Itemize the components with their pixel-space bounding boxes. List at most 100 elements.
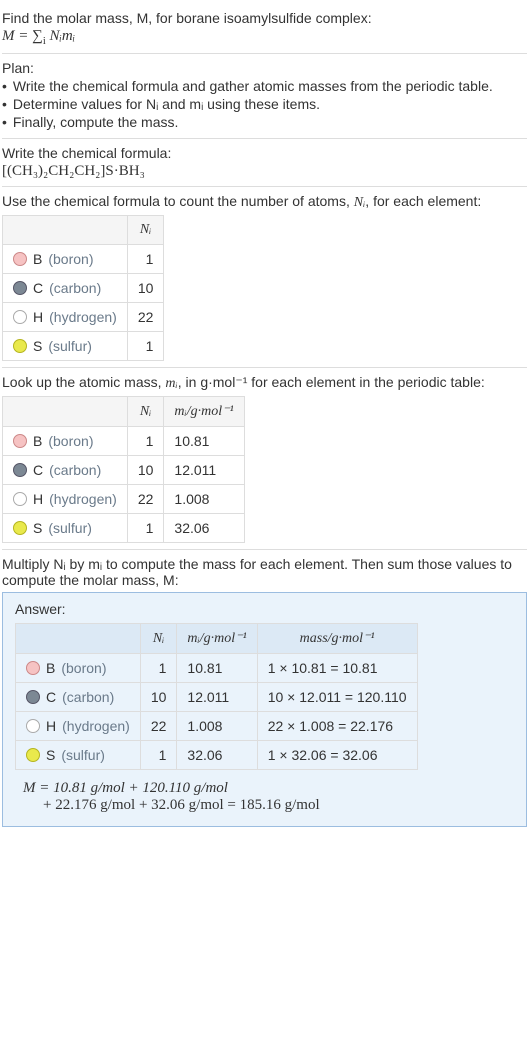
m-value: 10.81 xyxy=(177,654,257,683)
name: (hydrogen) xyxy=(49,309,117,325)
col-m: mᵢ/g·mol⁻¹ xyxy=(177,624,257,654)
m-value: 12.011 xyxy=(164,456,244,485)
name: (carbon) xyxy=(62,689,114,705)
element-hydrogen: H (hydrogen) xyxy=(13,491,117,507)
n-value: 1 xyxy=(127,514,164,543)
mass-value: 1 × 10.81 = 10.81 xyxy=(257,654,417,683)
plan-heading: Plan: xyxy=(2,60,527,76)
element-boron: B (boron) xyxy=(26,660,130,676)
element-sulfur: S (sulfur) xyxy=(13,338,117,354)
sym: B xyxy=(33,433,42,449)
name: (boron) xyxy=(61,660,106,676)
swatch-icon xyxy=(13,310,27,324)
bullet-icon: • xyxy=(2,96,7,112)
table-row: C(carbon) 10 xyxy=(3,274,164,303)
sym: H xyxy=(46,718,56,734)
bullet-icon: • xyxy=(2,114,7,130)
n-value: 22 xyxy=(127,303,164,332)
m-value: 32.06 xyxy=(164,514,244,543)
name: (sulfur) xyxy=(61,747,105,763)
text: Nᵢ xyxy=(354,195,366,210)
m-value: 1.008 xyxy=(177,712,257,741)
name: (carbon) xyxy=(49,280,101,296)
n-value: 1 xyxy=(140,654,177,683)
name: (hydrogen) xyxy=(62,718,130,734)
intro-line: Find the molar mass, M, for borane isoam… xyxy=(2,10,527,26)
n-value: 1 xyxy=(140,741,177,770)
swatch-icon xyxy=(13,492,27,506)
molar-mass-sum: M = 10.81 g/mol + 120.110 g/mol + 22.176… xyxy=(15,780,514,814)
count-section: Use the chemical formula to count the nu… xyxy=(2,187,527,368)
m-value: 12.011 xyxy=(177,683,257,712)
name: (hydrogen) xyxy=(49,491,117,507)
table-row: S(sulfur) 1 32.06 1 × 32.06 = 32.06 xyxy=(16,741,418,770)
plan-text: Finally, compute the mass. xyxy=(13,114,178,130)
sym: C xyxy=(46,689,56,705)
swatch-icon xyxy=(13,521,27,535)
col-element xyxy=(3,216,128,245)
col-n: Nᵢ xyxy=(127,216,164,245)
element-carbon: C (carbon) xyxy=(26,689,130,705)
answer-box: Answer: Nᵢ mᵢ/g·mol⁻¹ mass/g·mol⁻¹ B(bor… xyxy=(2,592,527,827)
answer-section: Multiply Nᵢ by mᵢ to compute the mass fo… xyxy=(2,550,527,833)
n-value: 10 xyxy=(127,274,164,303)
table-row: C (carbon) 10 12.011 10 × 12.011 = 120.11… xyxy=(16,683,418,712)
name: (sulfur) xyxy=(48,338,92,354)
swatch-icon xyxy=(13,339,27,353)
n-value: 1 xyxy=(127,427,164,456)
table-row: S(sulfur) 1 32.06 xyxy=(3,514,245,543)
name: (sulfur) xyxy=(48,520,92,536)
plan-section: Plan: • Write the chemical formula and ga… xyxy=(2,54,527,139)
text: mᵢ xyxy=(165,376,177,391)
col-n: Nᵢ xyxy=(127,397,164,427)
mass-value: 22 × 1.008 = 22.176 xyxy=(257,712,417,741)
chem-heading: Write the chemical formula: xyxy=(2,145,527,161)
swatch-icon xyxy=(13,281,27,295)
swatch-icon xyxy=(26,661,40,675)
answer-table: Nᵢ mᵢ/g·mol⁻¹ mass/g·mol⁻¹ B(boron) 1 10… xyxy=(15,623,418,770)
sym: H xyxy=(33,491,43,507)
multiply-heading: Multiply Nᵢ by mᵢ to compute the mass fo… xyxy=(2,556,527,588)
table-row: H (hydrogen) 22 1.008 22 × 1.008 = 22.176 xyxy=(16,712,418,741)
mass-value: 10 × 12.011 = 120.110 xyxy=(257,683,417,712)
plan-bullet: •Determine values for Nᵢ and mᵢ using th… xyxy=(2,96,527,112)
sum-icon: ∑ xyxy=(32,28,43,44)
count-table: Nᵢ B(boron) 1 C(carbon) 10 H (hydrogen) 2… xyxy=(2,215,164,361)
text: Use the chemical formula to count the nu… xyxy=(2,193,354,209)
eq-lhs: M = xyxy=(2,28,32,44)
answer-label: Answer: xyxy=(15,601,514,617)
m-value: 32.06 xyxy=(177,741,257,770)
chem-section: Write the chemical formula: [(CH₃)₂CH₂CH… xyxy=(2,139,527,187)
name: (boron) xyxy=(48,251,93,267)
table-row: H(hydrogen) 22 1.008 xyxy=(3,485,245,514)
name: (carbon) xyxy=(49,462,101,478)
n-value: 10 xyxy=(140,683,177,712)
table-row: B(boron) 1 xyxy=(3,245,164,274)
table-header: Nᵢ mᵢ/g·mol⁻¹ xyxy=(3,397,245,427)
intro-section: Find the molar mass, M, for borane isoam… xyxy=(2,4,527,54)
col-element xyxy=(3,397,128,427)
lookup-heading: Look up the atomic mass, mᵢ, in g·mol⁻¹ … xyxy=(2,374,527,392)
text: , in g·mol⁻¹ for each element in the per… xyxy=(178,374,485,390)
sym: C xyxy=(33,462,43,478)
sym: H xyxy=(33,309,43,325)
element-hydrogen: H (hydrogen) xyxy=(13,309,117,325)
sym: S xyxy=(33,338,42,354)
count-heading: Use the chemical formula to count the nu… xyxy=(2,193,527,211)
sym: S xyxy=(46,747,55,763)
swatch-icon xyxy=(13,434,27,448)
table-row: B (boron) 1 10.81 xyxy=(3,427,245,456)
col-mass: mass/g·mol⁻¹ xyxy=(257,624,417,654)
m-value: 10.81 xyxy=(164,427,244,456)
bullet-icon: • xyxy=(2,78,7,94)
lookup-section: Look up the atomic mass, mᵢ, in g·mol⁻¹ … xyxy=(2,368,527,550)
n-value: 22 xyxy=(140,712,177,741)
plan-text: Write the chemical formula and gather at… xyxy=(13,78,493,94)
col-m: mᵢ/g·mol⁻¹ xyxy=(164,397,244,427)
plan-bullet: • Finally, compute the mass. xyxy=(2,114,527,130)
molar-line1: M = 10.81 g/mol + 120.110 g/mol xyxy=(23,780,228,796)
plan-bullet: • Write the chemical formula and gather a… xyxy=(2,78,527,94)
sym: B xyxy=(46,660,55,676)
n-value: 22 xyxy=(127,485,164,514)
name: (boron) xyxy=(48,433,93,449)
